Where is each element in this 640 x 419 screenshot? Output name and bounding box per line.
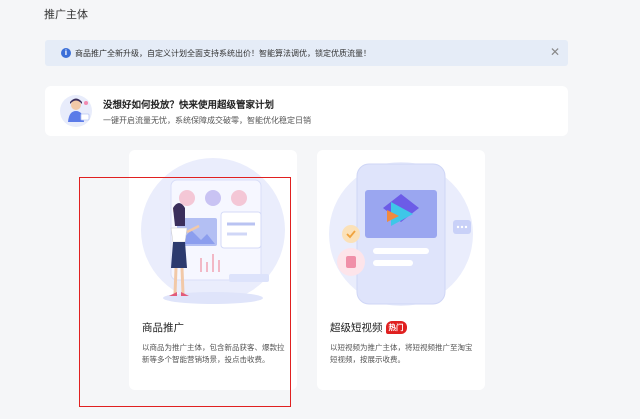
notice-text: 商品推广全新升级，自定义计划全面支持系统出价！智能算法调优，锁定优质流量！	[75, 48, 371, 58]
super-manager-banner[interactable]: 没想好如何投放？快来使用超级管家计划 一键开启流量无忧，系统保障成交破零，智能优…	[45, 86, 568, 136]
close-icon[interactable]: ✕	[550, 45, 560, 59]
card-video-description: 以短视频为推广主体，将短视频推广至淘宝短视频，按展示收费。	[330, 343, 473, 364]
video-promo-illustration	[329, 162, 473, 306]
card-goods-description: 以商品为推广主体，包含新品获客、爆款拉新等多个智能营销场景，投点击收费。	[142, 343, 285, 364]
info-icon: i	[61, 48, 71, 58]
card-goods-promotion[interactable]: 商品推广 以商品为推广主体，包含新品获客、爆款拉新等多个智能营销场景，投点击收费…	[129, 150, 297, 390]
notice-bar: i 商品推广全新升级，自定义计划全面支持系统出价！智能算法调优，锁定优质流量！ …	[45, 40, 568, 66]
banner-title: 没想好如何投放？快来使用超级管家计划	[103, 100, 275, 111]
card-goods-title: 商品推广	[142, 322, 184, 334]
card-short-video[interactable]: 超级短视频 热门 以短视频为推广主体，将短视频推广至淘宝短视频，按展示收费。	[317, 150, 485, 390]
assistant-avatar-icon	[60, 95, 92, 127]
goods-promo-illustration	[141, 158, 285, 304]
page-title: 推广主体	[44, 8, 88, 21]
hot-badge: 热门	[385, 321, 407, 334]
card-video-title: 超级短视频 热门	[330, 320, 407, 335]
card-video-title-text: 超级短视频	[330, 322, 383, 334]
banner-subtitle: 一键开启流量无忧，系统保障成交破零，智能优化稳定日销	[103, 116, 311, 125]
